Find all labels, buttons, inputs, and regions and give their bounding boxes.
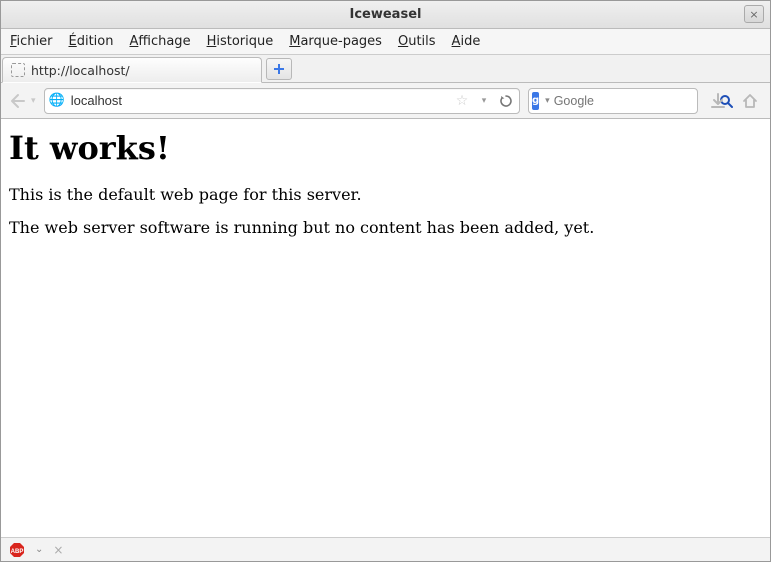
addon-bar-chevron-icon[interactable]: ⌄ — [35, 544, 43, 555]
bookmark-star-button[interactable]: ☆ — [453, 92, 471, 110]
menu-edit[interactable]: Édition — [66, 32, 117, 51]
search-input[interactable] — [554, 94, 715, 108]
menu-tools[interactable]: Outils — [395, 32, 439, 51]
menubar: Fichier Édition Affichage Historique Mar… — [1, 29, 770, 55]
tab-active[interactable]: http://localhost/ — [2, 57, 262, 83]
downloads-button[interactable] — [706, 89, 730, 113]
menu-view[interactable]: Affichage — [126, 32, 193, 51]
tab-strip: http://localhost/ — [1, 55, 770, 83]
window-titlebar: Iceweasel × — [1, 1, 770, 29]
back-arrow-icon — [9, 92, 29, 110]
adblock-plus-icon[interactable]: ABP — [9, 542, 25, 558]
navigation-toolbar: ▾ 🌐 ☆ ▾ g ▾ — [1, 83, 770, 119]
tab-favicon-icon — [11, 63, 25, 77]
menu-history[interactable]: Historique — [204, 32, 277, 51]
page-content: It works! This is the default web page f… — [1, 119, 770, 537]
new-tab-button[interactable] — [266, 58, 292, 80]
menu-help[interactable]: Aide — [449, 32, 484, 51]
home-icon — [741, 92, 759, 110]
back-button[interactable]: ▾ — [9, 92, 36, 110]
search-engine-button[interactable]: g — [532, 92, 539, 110]
reload-icon — [499, 94, 513, 108]
close-icon: × — [749, 8, 758, 21]
window-title: Iceweasel — [1, 7, 770, 22]
url-input[interactable] — [71, 93, 447, 108]
addon-bar-close-button[interactable]: × — [53, 543, 63, 557]
tab-label: http://localhost/ — [31, 63, 130, 78]
search-engine-chevron-icon: ▾ — [545, 96, 550, 106]
menu-file[interactable]: Fichier — [7, 32, 56, 51]
window-close-button[interactable]: × — [744, 5, 764, 23]
chevron-down-icon: ▾ — [482, 96, 487, 106]
google-g-icon: g — [532, 95, 539, 106]
globe-icon: 🌐 — [49, 93, 65, 108]
url-history-dropdown[interactable]: ▾ — [475, 92, 493, 110]
plus-icon — [273, 63, 285, 75]
svg-text:ABP: ABP — [11, 549, 24, 555]
back-history-chevron-icon: ▾ — [31, 96, 36, 106]
download-icon — [709, 92, 727, 110]
reload-button[interactable] — [497, 92, 515, 110]
search-box[interactable]: g ▾ — [528, 88, 698, 114]
url-bar[interactable]: 🌐 ☆ ▾ — [44, 88, 520, 114]
addon-bar: ABP ⌄ × — [1, 537, 770, 561]
page-paragraph-2: The web server software is running but n… — [9, 218, 762, 237]
star-icon: ☆ — [456, 93, 469, 109]
menu-bookmarks[interactable]: Marque-pages — [286, 32, 385, 51]
home-button[interactable] — [738, 89, 762, 113]
page-paragraph-1: This is the default web page for this se… — [9, 185, 762, 204]
page-heading: It works! — [9, 129, 762, 167]
